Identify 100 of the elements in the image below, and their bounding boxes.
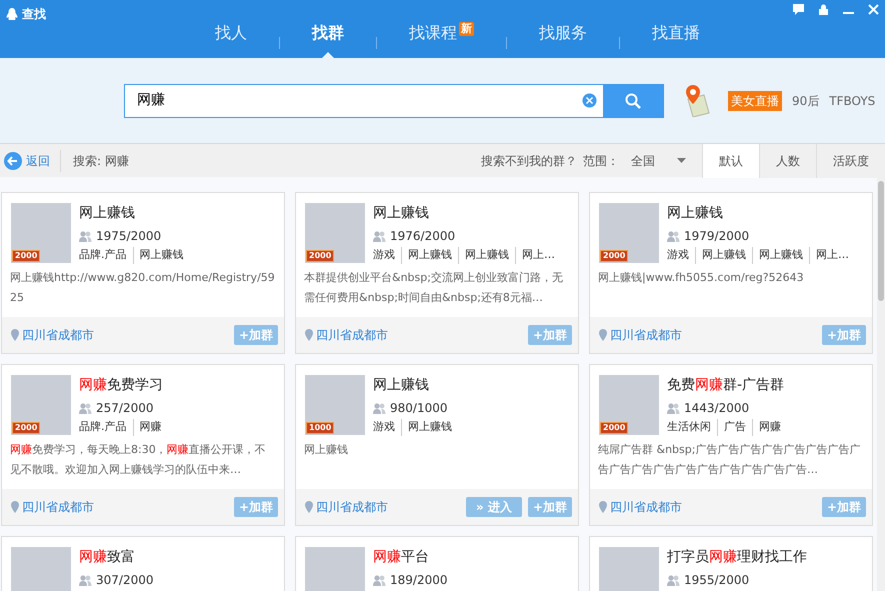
avatar-placeholder [11,547,71,591]
location-link[interactable]: 四川省成都市 [599,326,682,344]
members-icon [79,230,92,242]
group-tag: 品牌.产品 [79,247,126,264]
close-icon[interactable] [868,4,879,15]
group-tag: 游戏 [373,419,395,436]
tab[interactable]: 找直播 [620,22,732,58]
group-title: 网赚平台 [373,548,430,567]
group-tag: 生活休闲 [667,419,711,436]
members-icon [373,574,386,586]
group-title: 网赚致富 [79,548,136,567]
members-icon [373,230,386,242]
group-description: 本群提供创业平台&nbsp;交流网上创业致富门路，无需任何费用&nbsp;时间自由&nbsp;还有8元福… [303,270,564,306]
members-icon [667,230,680,242]
location-pin-icon [305,501,313,513]
location-pin-icon [599,501,607,513]
enter-button[interactable]: » 进入 [466,497,522,517]
avatar-placeholder [305,547,365,591]
group-title: 网上赚钱 [373,204,430,223]
scrollbar[interactable] [877,177,885,591]
members-icon [79,574,92,586]
help-link[interactable]: 搜索不到我的群？ [481,152,577,170]
level-badge: 2000 [12,250,40,262]
group-description: 网赚免费学习，每天晚上8:30，网赚直播公开课，不见不散哦。欢迎加入网上赚钱学习的队伍中来… [9,442,267,478]
group-tag: 网赚 [132,419,162,436]
member-count: 1975/2000 [96,228,162,245]
group-tag: 游戏 [373,247,395,264]
location-link[interactable]: 四川省成都市 [11,326,94,344]
location-link[interactable]: 四川省成都市 [599,498,682,516]
group-tag: 网上赚钱 [752,247,803,264]
tab[interactable]: 找人 [183,22,279,58]
penguin-icon [6,8,18,20]
level-badge: 1000 [306,422,334,434]
member-count: 1976/2000 [390,228,456,245]
group-title: 网上赚钱 [373,376,430,395]
location-link[interactable]: 四川省成都市 [11,498,94,516]
members-icon [667,402,680,414]
clear-icon[interactable] [582,93,597,108]
join-button[interactable]: +加群 [822,497,866,517]
members-icon [373,402,386,414]
back-button[interactable]: 返回 [0,150,61,172]
group-title: 网上赚钱 [79,204,136,223]
sort-tab[interactable]: 人数 [759,144,816,178]
group-tag: 品牌.产品 [79,419,126,436]
group-description: 网上赚钱http://www.g820.com/Home/Registry/5925 [9,270,276,306]
new-badge: 新 [459,22,474,36]
level-badge: 2000 [306,250,334,262]
sort-tab[interactable]: 默认 [702,144,759,178]
group-tag: 网上赚钱 [695,247,746,264]
group-title: 免费网赚群-广告群 [667,376,784,395]
lock-icon[interactable] [818,4,829,15]
hot-word-link[interactable]: 美女直播 [728,90,782,110]
search-query: 搜索: 网赚 [73,152,129,170]
window-title: 查找 [22,6,46,23]
group-tag: 游戏 [667,247,689,264]
group-tag: 广告 [717,419,746,436]
range-dropdown[interactable]: 全国 [625,150,692,170]
join-button[interactable]: +加群 [528,325,572,345]
location-link[interactable]: 四川省成都市 [305,498,388,516]
join-button[interactable]: +加群 [234,497,278,517]
location-pin-icon [11,329,19,341]
level-badge: 2000 [600,422,628,434]
group-description: 纯屌广告群 &nbsp;广告广告广告广告广告广告广告广告广告广告广告广告广告广告广告广告广告… [597,442,862,478]
group-tag: 网上赚钱 [458,247,509,264]
join-button[interactable]: +加群 [822,325,866,345]
join-button[interactable]: +加群 [234,325,278,345]
tab[interactable]: 找课程 新 [377,22,506,58]
group-tag: 网上赚钱 [401,419,452,436]
member-count: 307/2000 [96,572,154,589]
group-tag: 网上赚钱 [132,247,184,264]
member-count: 1955/2000 [684,572,750,589]
level-badge: 2000 [12,422,40,434]
search-button[interactable] [603,84,663,116]
level-badge: 2000 [600,250,628,262]
member-count: 1443/2000 [684,400,750,417]
members-icon [667,574,680,586]
caret-icon [677,158,686,163]
group-description: 网上赚钱|www.fh5055.com/reg?52643 [597,270,805,286]
search-icon [625,92,641,108]
join-button[interactable]: +加群 [528,497,572,517]
group-tag: 网赚 [752,419,781,436]
hot-word-link[interactable]: 90后 [792,92,820,110]
tab[interactable]: 找服务 [507,22,619,58]
group-tag: 网上赚钱 [401,247,452,264]
hot-word-link[interactable]: TFBOYS [829,92,876,110]
group-title: 网赚免费学习 [79,376,163,395]
location-pin-icon [599,329,607,341]
member-count: 1979/2000 [684,228,750,245]
feedback-icon[interactable] [793,4,804,15]
search-box[interactable]: 网赚 [124,84,664,118]
group-title: 打字员网赚理财找工作 [667,548,807,567]
group-tag: 网上… [809,247,849,264]
member-count: 257/2000 [96,400,154,417]
members-icon [79,402,92,414]
location-link[interactable]: 四川省成都市 [305,326,388,344]
avatar-placeholder [599,547,659,591]
member-count: 189/2000 [390,572,448,589]
location-pin-icon [305,329,313,341]
member-count: 980/1000 [390,400,448,417]
location-pin-icon [11,501,19,513]
